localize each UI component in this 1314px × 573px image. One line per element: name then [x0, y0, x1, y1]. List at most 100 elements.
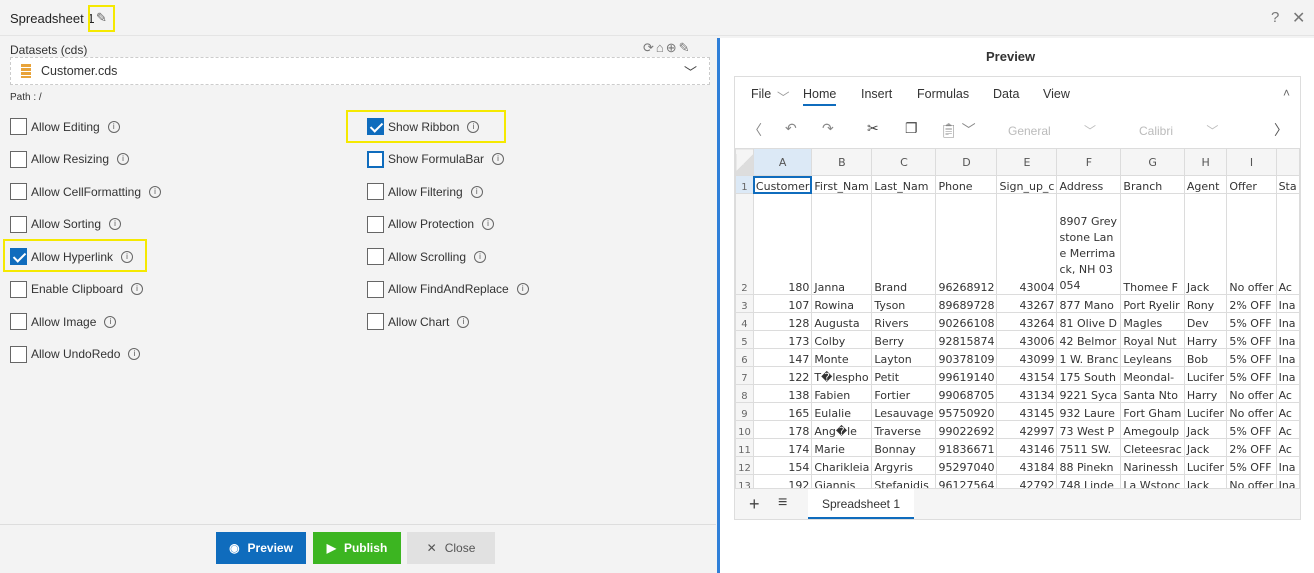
ribbon-tab-data[interactable]: Data [993, 87, 1019, 101]
cell[interactable]: Augusta [811, 312, 873, 331]
cell[interactable]: Last_Nam [871, 175, 937, 194]
ribbon-tab-file[interactable]: File [751, 87, 771, 101]
publish-button[interactable]: ▶ Publish [313, 532, 401, 564]
info-icon[interactable]: i [117, 153, 130, 165]
cell[interactable]: Ac [1275, 193, 1300, 295]
checkbox[interactable] [367, 248, 384, 265]
cell[interactable]: Rony [1183, 294, 1228, 313]
option-allow-image[interactable]: Allow Image i [10, 313, 117, 330]
column-header[interactable]: B [811, 148, 873, 176]
column-header[interactable]: H [1183, 148, 1228, 176]
cell[interactable]: 5% OFF [1226, 420, 1277, 439]
row-header[interactable]: 10 [735, 420, 754, 439]
cell[interactable]: 96268912 [935, 193, 998, 295]
cell[interactable]: 91836671 [935, 438, 998, 457]
cell[interactable]: 180 [752, 193, 813, 295]
cell[interactable]: Lesauvage [871, 402, 937, 421]
cell[interactable]: Ang�le [811, 420, 873, 439]
cell[interactable]: 73 West P [1056, 420, 1122, 439]
info-icon[interactable]: i [107, 120, 120, 133]
cell[interactable]: 192 [752, 474, 813, 488]
row-header[interactable]: 1 [735, 175, 754, 194]
checkbox[interactable] [367, 150, 384, 168]
cell[interactable]: 1 W. Branc [1056, 348, 1122, 367]
checkbox[interactable] [10, 118, 27, 135]
checkbox[interactable] [367, 280, 384, 298]
cell[interactable]: Ac [1275, 420, 1300, 439]
cell[interactable]: Harry [1183, 384, 1228, 403]
cell[interactable]: Ina [1275, 348, 1300, 367]
cell[interactable]: Jack [1183, 420, 1228, 439]
cell[interactable]: 9221 Syca [1056, 384, 1122, 403]
option-show-formulabar[interactable]: Show FormulaBar i [367, 150, 505, 168]
cell[interactable]: Leyleans [1120, 348, 1185, 367]
add-icon[interactable]: ⊕ [666, 40, 679, 55]
edit-icon[interactable]: ✎ [679, 40, 692, 55]
checkbox[interactable] [367, 215, 384, 233]
row-header[interactable]: 8 [735, 384, 754, 403]
ribbon-tab-insert[interactable]: Insert [861, 87, 892, 101]
dataset-dropdown[interactable]: Customer.cds ﹀ [10, 57, 710, 85]
cell[interactable]: Ina [1275, 312, 1300, 331]
cell[interactable]: Ina [1275, 330, 1300, 349]
cell[interactable]: Ac [1275, 402, 1300, 421]
cell[interactable]: 7511 SW. [1056, 438, 1122, 457]
cell[interactable]: 8907 Greystone Lane Merrimack, NH 03054 [1056, 193, 1122, 295]
cell[interactable]: 175 South [1056, 366, 1122, 385]
checkbox[interactable] [10, 280, 27, 298]
cell[interactable]: 42792 [996, 474, 1058, 488]
close-icon[interactable]: ✕ [1292, 8, 1305, 28]
cell[interactable]: No offer [1226, 384, 1277, 403]
checkbox[interactable] [10, 215, 27, 233]
cell[interactable]: 90378109 [935, 348, 998, 367]
checkbox[interactable] [367, 313, 384, 330]
cell[interactable]: Bonnay [871, 438, 937, 457]
column-header[interactable]: G [1120, 148, 1185, 176]
cell[interactable]: Harry [1183, 330, 1228, 349]
row-header[interactable]: 4 [735, 312, 754, 331]
cell[interactable]: Stefanidis [871, 474, 937, 488]
edit-title-button[interactable]: ✎ [88, 5, 115, 32]
cell[interactable]: Phone [935, 175, 998, 194]
cell[interactable]: Lucifer [1183, 366, 1228, 385]
cell[interactable]: Ina [1275, 294, 1300, 313]
cell[interactable]: 43154 [996, 366, 1058, 385]
cell[interactable]: Jack [1183, 438, 1228, 457]
row-header[interactable]: 5 [735, 330, 754, 349]
checkbox[interactable] [10, 345, 27, 363]
cell[interactable]: Monte [811, 348, 873, 367]
info-icon[interactable]: i [470, 185, 483, 198]
sheet-list-icon[interactable]: ≡ [778, 494, 787, 512]
cell[interactable]: Narinessh [1120, 456, 1185, 475]
cell[interactable]: Agent [1183, 175, 1228, 194]
scroll-right-icon[interactable]: 〉 [1274, 120, 1288, 140]
add-sheet-icon[interactable]: + [749, 494, 760, 515]
cell[interactable]: 81 Olive D [1056, 312, 1122, 331]
info-icon[interactable]: i [492, 153, 505, 165]
scroll-left-icon[interactable]: 〈 [748, 120, 762, 140]
cell[interactable]: 42 Belmor [1056, 330, 1122, 349]
row-header[interactable]: 3 [735, 294, 754, 313]
refresh-icon[interactable]: ⟳ [643, 40, 656, 55]
checkbox[interactable] [10, 313, 27, 330]
cell[interactable]: 877 Mano [1056, 294, 1122, 313]
info-icon[interactable]: i [482, 218, 495, 230]
cell[interactable]: 43145 [996, 402, 1058, 421]
cell[interactable]: Ina [1275, 474, 1300, 488]
cell[interactable]: 43267 [996, 294, 1058, 313]
cell[interactable]: 165 [752, 402, 813, 421]
cell[interactable]: 99619140 [935, 366, 998, 385]
cell[interactable]: Argyris [871, 456, 937, 475]
cell[interactable]: 147 [752, 348, 813, 367]
select-all[interactable] [735, 148, 754, 176]
cell[interactable]: 95750920 [935, 402, 998, 421]
option-allow-resizing[interactable]: Allow Resizing i [10, 150, 130, 168]
info-icon[interactable]: i [104, 315, 117, 328]
cell[interactable]: Giannis [811, 474, 873, 488]
option-allow-protection[interactable]: Allow Protection i [367, 215, 495, 233]
cell[interactable]: 43134 [996, 384, 1058, 403]
cell[interactable]: Fabien [811, 384, 873, 403]
home-icon[interactable]: ⌂ [656, 40, 666, 55]
preview-button[interactable]: ◉ Preview [216, 532, 306, 564]
cell[interactable]: T�lespho [811, 366, 873, 385]
